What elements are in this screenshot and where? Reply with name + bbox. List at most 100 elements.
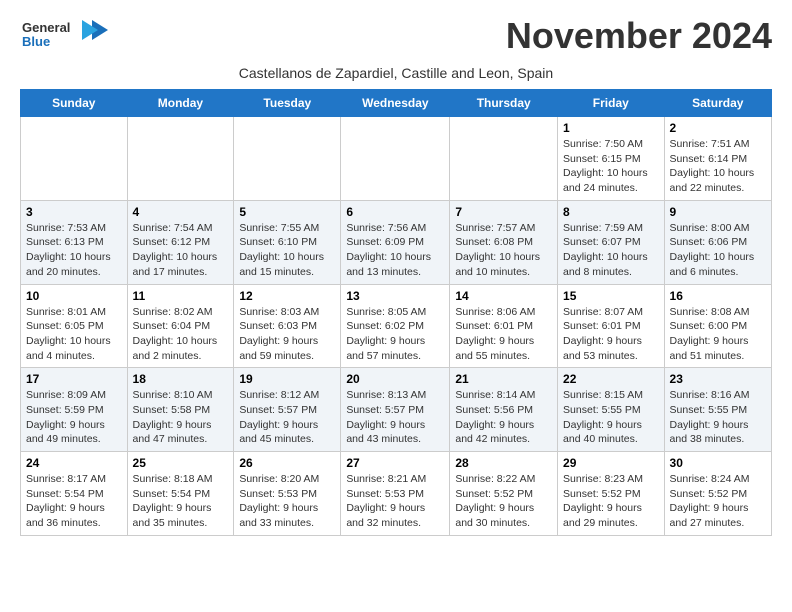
day-number: 24 (26, 456, 122, 470)
day-number: 12 (239, 289, 335, 303)
day-info: Sunrise: 7:56 AMSunset: 6:09 PMDaylight:… (346, 221, 444, 280)
svg-text:Blue: Blue (22, 34, 50, 49)
day-info: Sunrise: 8:09 AMSunset: 5:59 PMDaylight:… (26, 388, 122, 447)
day-number: 27 (346, 456, 444, 470)
svg-text:General: General (22, 20, 70, 35)
weekday-header-row: Sunday Monday Tuesday Wednesday Thursday… (21, 90, 772, 117)
day-number: 7 (455, 205, 552, 219)
day-number: 3 (26, 205, 122, 219)
calendar-cell: 12 Sunrise: 8:03 AMSunset: 6:03 PMDayligh… (234, 284, 341, 368)
day-info: Sunrise: 8:00 AMSunset: 6:06 PMDaylight:… (670, 221, 766, 280)
day-info: Sunrise: 8:22 AMSunset: 5:52 PMDaylight:… (455, 472, 552, 531)
day-info: Sunrise: 8:21 AMSunset: 5:53 PMDaylight:… (346, 472, 444, 531)
day-info: Sunrise: 7:53 AMSunset: 6:13 PMDaylight:… (26, 221, 122, 280)
day-number: 28 (455, 456, 552, 470)
calendar-cell: 26 Sunrise: 8:20 AMSunset: 5:53 PMDayligh… (234, 452, 341, 536)
logo-text: General Blue (20, 16, 110, 61)
day-info: Sunrise: 7:54 AMSunset: 6:12 PMDaylight:… (133, 221, 229, 280)
calendar-cell: 13 Sunrise: 8:05 AMSunset: 6:02 PMDayligh… (341, 284, 450, 368)
header-monday: Monday (127, 90, 234, 117)
logo: General Blue (20, 16, 110, 61)
page: General Blue November 2024 Castellanos d… (0, 0, 792, 556)
day-info: Sunrise: 8:14 AMSunset: 5:56 PMDaylight:… (455, 388, 552, 447)
calendar-cell: 29 Sunrise: 8:23 AMSunset: 5:52 PMDayligh… (558, 452, 665, 536)
calendar-cell: 7 Sunrise: 7:57 AMSunset: 6:08 PMDaylight… (450, 200, 558, 284)
day-number: 13 (346, 289, 444, 303)
day-number: 21 (455, 372, 552, 386)
day-info: Sunrise: 8:10 AMSunset: 5:58 PMDaylight:… (133, 388, 229, 447)
day-number: 26 (239, 456, 335, 470)
calendar-cell: 21 Sunrise: 8:14 AMSunset: 5:56 PMDayligh… (450, 368, 558, 452)
day-number: 15 (563, 289, 659, 303)
day-info: Sunrise: 7:59 AMSunset: 6:07 PMDaylight:… (563, 221, 659, 280)
calendar-cell: 20Sunrise: 8:13 AMSunset: 5:57 PMDayligh… (341, 368, 450, 452)
calendar-cell (450, 117, 558, 201)
day-number: 14 (455, 289, 552, 303)
day-number: 10 (26, 289, 122, 303)
day-number: 5 (239, 205, 335, 219)
calendar-table: Sunday Monday Tuesday Wednesday Thursday… (20, 89, 772, 536)
day-info: Sunrise: 8:20 AMSunset: 5:53 PMDaylight:… (239, 472, 335, 531)
calendar-cell: 23Sunrise: 8:16 AMSunset: 5:55 PMDayligh… (664, 368, 771, 452)
day-info: Sunrise: 7:57 AMSunset: 6:08 PMDaylight:… (455, 221, 552, 280)
calendar-cell: 8 Sunrise: 7:59 AMSunset: 6:07 PMDaylight… (558, 200, 665, 284)
day-info: Sunrise: 7:55 AMSunset: 6:10 PMDaylight:… (239, 221, 335, 280)
day-info: Sunrise: 8:02 AMSunset: 6:04 PMDaylight:… (133, 305, 229, 364)
calendar-cell: 5 Sunrise: 7:55 AMSunset: 6:10 PMDaylight… (234, 200, 341, 284)
calendar-cell: 18 Sunrise: 8:10 AMSunset: 5:58 PMDayligh… (127, 368, 234, 452)
header-wednesday: Wednesday (341, 90, 450, 117)
calendar-cell: 16 Sunrise: 8:08 AMSunset: 6:00 PMDayligh… (664, 284, 771, 368)
calendar-week-4: 17 Sunrise: 8:09 AMSunset: 5:59 PMDayligh… (21, 368, 772, 452)
day-number: 25 (133, 456, 229, 470)
day-number: 30 (670, 456, 766, 470)
day-number: 6 (346, 205, 444, 219)
header-saturday: Saturday (664, 90, 771, 117)
day-number: 9 (670, 205, 766, 219)
month-title: November 2024 (506, 16, 772, 56)
day-number: 16 (670, 289, 766, 303)
calendar-cell: 2Sunrise: 7:51 AMSunset: 6:14 PMDaylight… (664, 117, 771, 201)
day-number: 19 (239, 372, 335, 386)
calendar-cell: 10 Sunrise: 8:01 AMSunset: 6:05 PMDayligh… (21, 284, 128, 368)
day-number: 18 (133, 372, 229, 386)
calendar-cell: 14 Sunrise: 8:06 AMSunset: 6:01 PMDayligh… (450, 284, 558, 368)
day-info: Sunrise: 8:06 AMSunset: 6:01 PMDaylight:… (455, 305, 552, 364)
calendar-cell: 19Sunrise: 8:12 AMSunset: 5:57 PMDayligh… (234, 368, 341, 452)
day-number: 2 (670, 121, 766, 135)
calendar-week-2: 3 Sunrise: 7:53 AMSunset: 6:13 PMDaylight… (21, 200, 772, 284)
day-info: Sunrise: 8:23 AMSunset: 5:52 PMDaylight:… (563, 472, 659, 531)
day-info: Sunrise: 8:08 AMSunset: 6:00 PMDaylight:… (670, 305, 766, 364)
day-info: Sunrise: 8:15 AMSunset: 5:55 PMDaylight:… (563, 388, 659, 447)
calendar-cell (127, 117, 234, 201)
header-thursday: Thursday (450, 90, 558, 117)
calendar-cell: 22 Sunrise: 8:15 AMSunset: 5:55 PMDayligh… (558, 368, 665, 452)
calendar-cell: 6 Sunrise: 7:56 AMSunset: 6:09 PMDaylight… (341, 200, 450, 284)
calendar-cell: 28 Sunrise: 8:22 AMSunset: 5:52 PMDayligh… (450, 452, 558, 536)
day-info: Sunrise: 7:50 AMSunset: 6:15 PMDaylight:… (563, 137, 659, 196)
day-number: 11 (133, 289, 229, 303)
subtitle: Castellanos de Zapardiel, Castille and L… (20, 65, 772, 81)
day-number: 4 (133, 205, 229, 219)
calendar-cell: 9 Sunrise: 8:00 AMSunset: 6:06 PMDaylight… (664, 200, 771, 284)
day-info: Sunrise: 8:13 AMSunset: 5:57 PMDaylight:… (346, 388, 444, 447)
calendar-cell (341, 117, 450, 201)
header: General Blue November 2024 (20, 16, 772, 61)
day-info: Sunrise: 8:18 AMSunset: 5:54 PMDaylight:… (133, 472, 229, 531)
header-sunday: Sunday (21, 90, 128, 117)
day-number: 29 (563, 456, 659, 470)
day-number: 22 (563, 372, 659, 386)
day-info: Sunrise: 8:07 AMSunset: 6:01 PMDaylight:… (563, 305, 659, 364)
day-info: Sunrise: 8:03 AMSunset: 6:03 PMDaylight:… (239, 305, 335, 364)
calendar-cell (234, 117, 341, 201)
day-info: Sunrise: 8:01 AMSunset: 6:05 PMDaylight:… (26, 305, 122, 364)
calendar-cell: 11 Sunrise: 8:02 AMSunset: 6:04 PMDayligh… (127, 284, 234, 368)
day-info: Sunrise: 8:05 AMSunset: 6:02 PMDaylight:… (346, 305, 444, 364)
calendar-week-3: 10 Sunrise: 8:01 AMSunset: 6:05 PMDayligh… (21, 284, 772, 368)
calendar-week-1: 1 Sunrise: 7:50 AMSunset: 6:15 PMDaylight… (21, 117, 772, 201)
day-info: Sunrise: 8:16 AMSunset: 5:55 PMDaylight:… (670, 388, 766, 447)
calendar-cell: 4 Sunrise: 7:54 AMSunset: 6:12 PMDaylight… (127, 200, 234, 284)
day-number: 8 (563, 205, 659, 219)
day-number: 1 (563, 121, 659, 135)
calendar-cell (21, 117, 128, 201)
day-number: 17 (26, 372, 122, 386)
